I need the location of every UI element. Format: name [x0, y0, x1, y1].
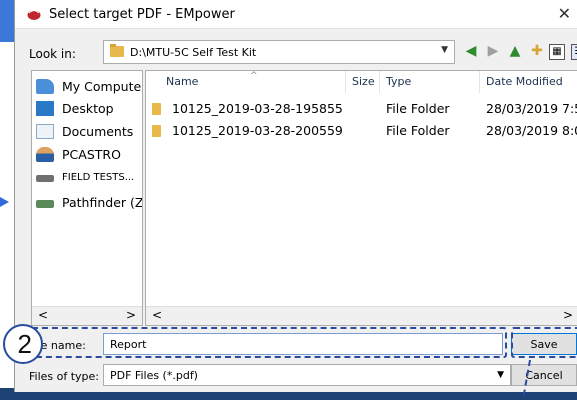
file-date: 28/03/2019 8:06 — [486, 123, 577, 138]
look-in-value: D:\MTU-5C Self Test Kit — [130, 46, 257, 59]
cancel-button[interactable]: Cancel — [511, 364, 577, 386]
sidebar-item-label: FIELD TESTS... — [62, 172, 135, 183]
file-type-label: Files of type: — [29, 370, 100, 383]
sidebar-item-desktop[interactable]: Desktop — [36, 99, 142, 119]
sidebar-item-label: Documents — [62, 124, 134, 139]
empower-app-icon — [27, 9, 41, 20]
user-icon — [36, 147, 54, 162]
file-list-scrollbar[interactable]: < > — [146, 306, 577, 325]
title-bar: Select target PDF - EMpower ✕ — [15, 0, 577, 29]
folder-icon — [152, 103, 161, 115]
chevron-down-icon: ▼ — [497, 370, 504, 380]
sidebar-item-label: Pathfinder (Z: — [62, 195, 143, 210]
scroll-right-icon[interactable]: > — [126, 308, 136, 322]
sidebar-item-label: Desktop — [62, 101, 114, 116]
new-folder-icon[interactable]: ✚ — [527, 41, 547, 61]
network-drive-icon — [36, 200, 54, 208]
computer-icon — [36, 79, 54, 94]
documents-icon — [36, 124, 54, 139]
sidebar-item-label: PCASTRO — [62, 147, 121, 162]
table-row[interactable]: 10125_2019-03-28-200559 File Folder 28/0… — [146, 121, 577, 141]
file-date: 28/03/2019 7:59 — [486, 101, 577, 116]
sidebar-item-pathfinder[interactable]: Pathfinder (Z: — [36, 193, 143, 213]
look-in-label: Look in: — [29, 47, 76, 61]
file-name: 10125_2019-03-28-200559 — [172, 123, 343, 138]
places-sidebar: My Computer Desktop Documents PCASTRO FI… — [31, 70, 143, 326]
sidebar-item-documents[interactable]: Documents — [36, 122, 142, 142]
close-icon[interactable]: ✕ — [558, 4, 571, 23]
save-button[interactable]: Save — [511, 333, 577, 355]
sidebar-item-label: My Computer — [62, 79, 143, 94]
window-title: Select target PDF - EMpower — [49, 7, 235, 22]
folder-icon — [152, 125, 161, 137]
file-name: 10125_2019-03-28-195855 — [172, 101, 343, 116]
file-type: File Folder — [386, 123, 450, 138]
step-number-badge: 2 — [3, 324, 43, 364]
column-header-label: Name — [166, 75, 199, 88]
file-type: File Folder — [386, 101, 450, 116]
file-type-value: PDF Files (*.pdf) — [110, 369, 198, 382]
sidebar-item-field-tests[interactable]: FIELD TESTS... — [36, 168, 142, 188]
look-in-select[interactable]: D:\MTU-5C Self Test Kit ▼ — [103, 40, 455, 64]
scroll-left-icon[interactable]: < — [152, 308, 162, 322]
chevron-down-icon: ▼ — [441, 45, 448, 55]
column-header-name[interactable]: ^ Name — [160, 71, 346, 93]
sidebar-item-pcastro[interactable]: PCASTRO — [36, 145, 142, 165]
drive-icon — [36, 175, 54, 182]
desktop-icon — [36, 101, 54, 116]
pointer-arrow-icon — [0, 197, 9, 207]
sidebar-scrollbar[interactable]: < > — [32, 306, 142, 325]
file-type-select[interactable]: PDF Files (*.pdf) ▼ — [103, 364, 511, 386]
sort-ascending-icon: ^ — [250, 71, 258, 81]
up-folder-icon[interactable]: ▲ — [505, 41, 525, 61]
view-details-icon[interactable]: ☰ — [571, 44, 577, 60]
save-dialog: Select target PDF - EMpower ✕ Look in: D… — [3, 0, 577, 396]
back-icon[interactable]: ◀ — [461, 41, 481, 61]
file-name-input[interactable] — [103, 333, 503, 355]
scroll-left-icon[interactable]: < — [38, 308, 48, 322]
view-icons-icon[interactable]: ▦ — [549, 44, 565, 60]
forward-icon[interactable]: ▶ — [483, 41, 503, 61]
scroll-right-icon[interactable]: > — [563, 308, 573, 322]
file-list: ^ Name Size Type Date Modified 10125_201… — [145, 70, 577, 326]
sidebar-item-my-computer[interactable]: My Computer — [36, 77, 143, 97]
folder-icon — [110, 44, 124, 57]
column-header-type[interactable]: Type — [380, 71, 480, 93]
column-header-date-modified[interactable]: Date Modified — [480, 71, 577, 93]
column-header-size[interactable]: Size — [346, 71, 380, 93]
table-row[interactable]: 10125_2019-03-28-195855 File Folder 28/0… — [146, 99, 577, 119]
